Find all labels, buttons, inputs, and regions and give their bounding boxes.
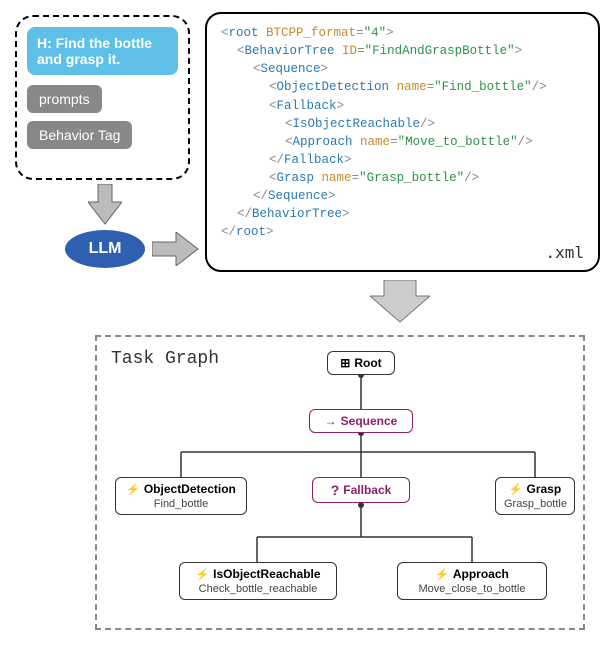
approach-sub: Move_close_to_bottle bbox=[406, 583, 538, 595]
graph-node-fallback: Fallback bbox=[312, 477, 410, 503]
graph-node-root: Root bbox=[327, 351, 395, 375]
input-box: H: Find the bottle and grasp it. prompts… bbox=[15, 15, 190, 180]
grasp-label: Grasp bbox=[527, 482, 562, 496]
graph-node-sequence: Sequence bbox=[309, 409, 413, 433]
xml-extension-label: .xml bbox=[545, 241, 584, 264]
arrow-down-icon bbox=[88, 184, 122, 226]
graph-node-objectdetection: ObjectDetection Find_bottle bbox=[115, 477, 247, 515]
tree-icon bbox=[340, 356, 350, 370]
xml-code: <root BTCPP_format="4"><BehaviorTree ID=… bbox=[221, 24, 584, 242]
instruction-bubble: H: Find the bottle and grasp it. bbox=[27, 27, 178, 75]
task-graph-box: Task Graph Root Sequence ObjectDetection… bbox=[95, 335, 585, 630]
objdet-label: ObjectDetection bbox=[144, 482, 236, 496]
sequence-label: Sequence bbox=[341, 414, 398, 428]
behavior-tag: Behavior Tag bbox=[27, 121, 132, 149]
bolt-icon bbox=[126, 482, 140, 496]
approach-label: Approach bbox=[453, 567, 509, 581]
objdet-sub: Find_bottle bbox=[124, 498, 238, 510]
task-graph-title: Task Graph bbox=[111, 349, 219, 369]
bolt-icon bbox=[435, 567, 449, 581]
graph-node-isobjectreachable: IsObjectReachable Check_bottle_reachable bbox=[179, 562, 337, 600]
bolt-icon bbox=[509, 482, 523, 496]
grasp-sub: Grasp_bottle bbox=[504, 498, 566, 510]
llm-node: LLM bbox=[65, 230, 145, 268]
xml-output-box: <root BTCPP_format="4"><BehaviorTree ID=… bbox=[205, 12, 600, 272]
isreach-label: IsObjectReachable bbox=[213, 567, 320, 581]
prompts-tag: prompts bbox=[27, 85, 102, 113]
graph-node-grasp: Grasp Grasp_bottle bbox=[495, 477, 575, 515]
arrow-icon bbox=[325, 414, 337, 428]
isreach-sub: Check_bottle_reachable bbox=[188, 583, 328, 595]
bolt-icon bbox=[195, 567, 209, 581]
graph-node-approach: Approach Move_close_to_bottle bbox=[397, 562, 547, 600]
fallback-label: Fallback bbox=[343, 483, 391, 497]
arrow-down-2-icon bbox=[370, 280, 430, 324]
question-icon bbox=[331, 482, 340, 498]
root-label: Root bbox=[354, 356, 381, 370]
arrow-right-icon bbox=[152, 232, 200, 266]
